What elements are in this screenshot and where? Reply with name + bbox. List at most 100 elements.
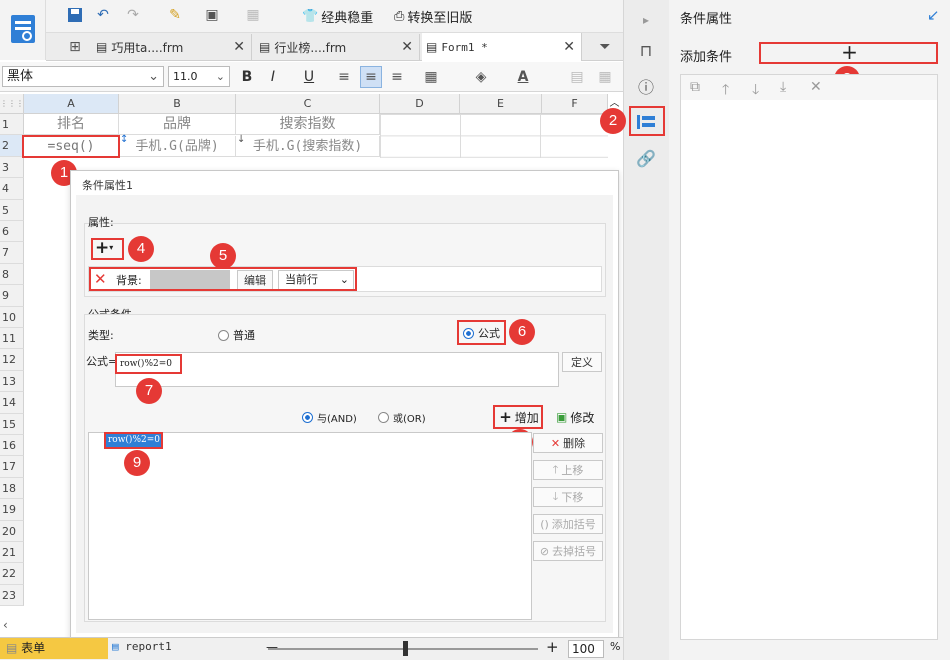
zoom-slider-thumb[interactable]	[403, 641, 408, 656]
italic-button[interactable]: I	[262, 66, 284, 88]
row-header[interactable]: 4	[0, 178, 24, 200]
underline-button[interactable]: U	[298, 66, 320, 88]
row-header[interactable]: 19	[0, 499, 24, 521]
highlight-box	[104, 432, 163, 449]
tab-file-2[interactable]: ▤ 行业榜....frm ✕	[255, 34, 420, 60]
cell-a1[interactable]: 排名	[24, 114, 119, 135]
align-center-icon[interactable]: ≡	[360, 66, 382, 88]
row-header[interactable]: 6	[0, 221, 24, 243]
close-icon[interactable]: ✕	[401, 39, 413, 55]
column-header-c[interactable]: C	[236, 94, 380, 114]
tab-file-3[interactable]: ▤ Form1 * ✕	[422, 33, 582, 61]
row-header[interactable]: 15	[0, 413, 24, 435]
row-header[interactable]: 20	[0, 520, 24, 542]
column-header-a[interactable]: A	[24, 94, 119, 114]
row-header[interactable]: 5	[0, 199, 24, 221]
column-header-d[interactable]: D	[380, 94, 460, 114]
pin-icon[interactable]: ↙	[927, 6, 940, 24]
scroll-up-icon[interactable]: ︿	[606, 94, 623, 109]
expand-arrow-icon: ↕	[120, 134, 129, 145]
bold-button[interactable]: B	[236, 66, 258, 88]
highlight-box	[89, 267, 357, 291]
column-header-f[interactable]: F	[542, 94, 608, 114]
close-icon[interactable]: ✕	[233, 39, 245, 55]
delete-button[interactable]: ✕ 删除	[533, 433, 603, 453]
row-header[interactable]: 3	[0, 156, 24, 179]
cell-attribute-icon[interactable]: ⊓	[631, 36, 661, 64]
row-header[interactable]: 1	[0, 114, 24, 136]
row-header[interactable]: 11	[0, 328, 24, 350]
preview-icon[interactable]: ▣	[201, 4, 223, 26]
align-right-icon[interactable]: ≡	[386, 66, 408, 88]
row-header[interactable]: 14	[0, 392, 24, 414]
row-header[interactable]: 13	[0, 370, 24, 393]
save-icon[interactable]	[64, 4, 86, 26]
close-icon[interactable]: ✕	[563, 39, 575, 55]
row-header[interactable]: 23	[0, 584, 24, 607]
radio-normal[interactable]: 普通	[218, 327, 255, 343]
cell-c1[interactable]: 搜索指数	[236, 114, 380, 135]
row-header[interactable]: 18	[0, 477, 24, 500]
convert-old-button[interactable]: ⎙ 转换至旧版	[394, 6, 472, 26]
sheet-tab-form-label: 表单	[21, 641, 46, 655]
radio-icon	[218, 329, 229, 341]
file-icon: ▤	[426, 40, 438, 54]
widget-info-icon[interactable]: ⓘ	[631, 72, 661, 100]
row-header[interactable]: 22	[0, 563, 24, 585]
badge: 4	[128, 236, 154, 262]
row-header[interactable]: 21	[0, 542, 24, 564]
zoom-minus-icon[interactable]: —	[266, 640, 278, 654]
condition-list-panel	[680, 100, 938, 640]
toolbar: ↶ ↷ ✎ ▣ ▦ 👕 经典稳重 ⎙ 转换至旧版	[46, 0, 623, 33]
cell-b2[interactable]: 手机.G(品牌)	[119, 136, 236, 157]
row-header[interactable]: 8	[0, 263, 24, 286]
cell-b1[interactable]: 品牌	[119, 114, 236, 135]
chevron-down-icon: ⌄	[215, 70, 225, 83]
row-header[interactable]: 12	[0, 349, 24, 371]
sheet-scroll-left-icon[interactable]: ‹	[3, 618, 8, 632]
fill-color-icon[interactable]: ◈	[470, 66, 492, 88]
classic-theme-button[interactable]: 👕 经典稳重	[302, 6, 373, 26]
badge: 7	[136, 378, 162, 404]
form-icon: ▤	[6, 641, 18, 655]
highlight-box	[493, 405, 543, 429]
row-header[interactable]: 16	[0, 435, 24, 457]
radio-or-label: 或(OR)	[393, 414, 426, 425]
row-header[interactable]: 2	[0, 135, 24, 157]
column-header-e[interactable]: E	[460, 94, 542, 114]
file-icon: ▤	[259, 40, 271, 54]
define-button[interactable]: 定义	[562, 352, 602, 372]
format-brush-icon[interactable]: ✎	[164, 4, 186, 26]
cell-c2[interactable]: 手机.G(搜索指数)	[236, 136, 380, 157]
add-bracket-button: () 添加括号	[533, 514, 603, 534]
radio-checked-icon	[302, 412, 313, 423]
radio-and[interactable]: 与(AND)	[302, 410, 357, 425]
undo-icon[interactable]: ↶	[92, 4, 114, 26]
badge: 5	[210, 243, 236, 269]
app-logo[interactable]	[0, 0, 46, 60]
font-select[interactable]: 黑体 ⌄	[2, 66, 164, 87]
row-header[interactable]: 17	[0, 456, 24, 478]
redo-icon[interactable]: ↷	[122, 4, 144, 26]
grid-toggle-icon[interactable]: ⊞	[64, 36, 86, 58]
expand-panel-icon[interactable]: ▸	[631, 6, 661, 34]
font-size-select[interactable]: 11.0 ⌄	[168, 66, 230, 87]
sheet-tab-report[interactable]: ▤ report1	[112, 640, 172, 653]
row-header[interactable]: 7	[0, 242, 24, 264]
tab-file-1[interactable]: ▤ 巧用ta....frm ✕	[92, 34, 252, 60]
tab-menu-icon[interactable]: ⏷	[594, 36, 616, 58]
modify-icon: ▣	[556, 410, 568, 424]
radio-or[interactable]: 或(OR)	[378, 410, 426, 425]
align-left-icon[interactable]: ≡	[333, 66, 355, 88]
hyperlink-icon[interactable]: 🔗	[631, 144, 661, 172]
zoom-plus-icon[interactable]: +	[546, 638, 559, 656]
condition-list[interactable]	[88, 432, 532, 620]
font-color-icon[interactable]: A	[512, 66, 534, 88]
zoom-value[interactable]: 100	[568, 640, 604, 658]
row-header[interactable]: 9	[0, 285, 24, 307]
column-header-b[interactable]: B	[119, 94, 236, 114]
modify-button[interactable]: ▣ 修改	[556, 407, 604, 427]
row-header[interactable]: 10	[0, 306, 24, 328]
sheet-tab-form[interactable]: ▤ 表单	[0, 638, 108, 659]
border-icon[interactable]: ▦	[420, 66, 442, 88]
